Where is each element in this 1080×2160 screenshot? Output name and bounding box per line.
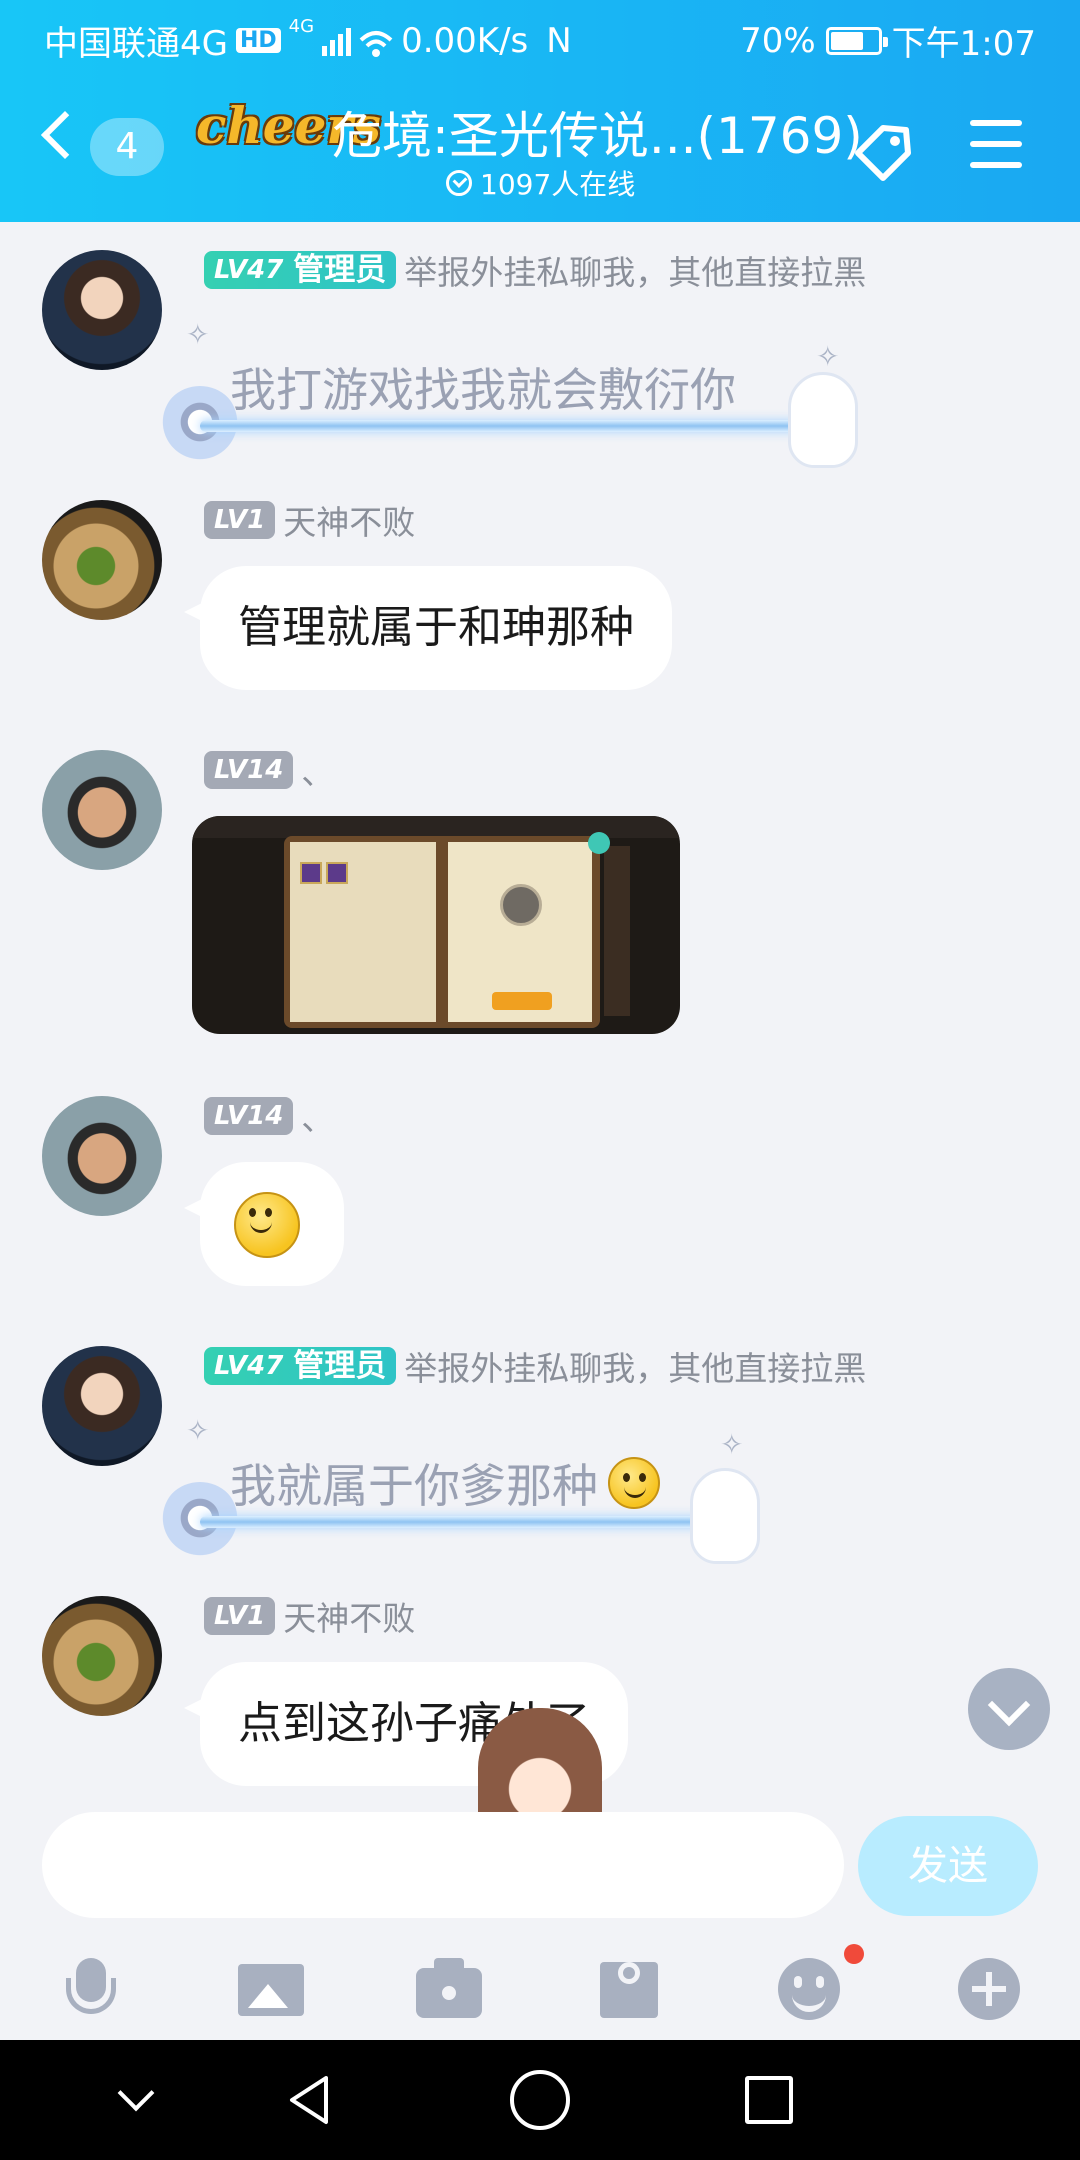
level-badge: LV1 [204, 501, 276, 539]
scroll-to-bottom-button[interactable] [968, 1668, 1050, 1750]
message-list[interactable]: LV47 管理员 举报外挂私聊我，其他直接拉黑 ✧ ✧ 我打游戏找我就会敷衍你 L… [0, 222, 1080, 1812]
hd-badge: HD [235, 28, 281, 53]
message-text: 我打游戏找我就会敷衍你 [230, 363, 736, 417]
styled-bubble[interactable]: 我打游戏找我就会敷衍你 [160, 354, 858, 468]
net-speed: 0.00K/s [401, 20, 529, 61]
send-button[interactable]: 发送 [858, 1816, 1038, 1916]
sender-meta: LV14 、 [204, 750, 334, 792]
message-input[interactable] [42, 1812, 844, 1918]
avatar[interactable] [42, 1096, 162, 1216]
sender-name[interactable]: 天神不败 [283, 496, 415, 544]
wifi-icon [359, 27, 393, 57]
system-nav-bar [0, 2040, 1080, 2160]
input-toolbar [0, 1940, 1080, 2040]
pin-tag-icon[interactable] [848, 118, 918, 188]
net-type-label: 4G [288, 16, 315, 37]
back-arrow-icon[interactable] [40, 110, 90, 160]
sender-meta: LV14 、 [204, 1096, 334, 1138]
message-bubble[interactable]: 管理就属于和珅那种 [184, 566, 672, 690]
smiley-emoji-icon [234, 1192, 300, 1258]
picture-icon[interactable] [236, 1954, 306, 2024]
group-title[interactable]: 危境:圣光传说...(1769) [332, 96, 863, 168]
sparkle-icon: ✧ [186, 318, 210, 351]
red-packet-icon[interactable] [594, 1954, 664, 2024]
message-text: 我就属于你爹那种 [230, 1450, 660, 1516]
admin-role: 管理员 [293, 1348, 387, 1384]
message-text: 管理就属于和珅那种 [238, 602, 634, 653]
image-message[interactable] [192, 816, 680, 1034]
chat-header: 中国联通4G HD 4G 0.00K/s N 70% 下午1:07 4 chee… [0, 0, 1080, 222]
signal-icon [322, 26, 352, 56]
microphone-icon[interactable] [56, 1954, 126, 2024]
battery-icon [825, 26, 888, 55]
input-row: 发送 [0, 1812, 1080, 1924]
carrier-label: 中国联通4G [44, 24, 228, 64]
avatar[interactable] [42, 750, 162, 870]
avatar[interactable] [42, 1346, 162, 1466]
admin-role: 管理员 [293, 252, 387, 288]
sender-name[interactable]: 、 [301, 1092, 334, 1140]
nav-back-icon[interactable] [280, 2070, 340, 2130]
check-circle-icon [446, 170, 472, 196]
online-count[interactable]: 1097人在线 [446, 163, 635, 203]
avatar[interactable] [42, 500, 162, 620]
notification-dot [844, 1944, 864, 1964]
character-peek-decoration [478, 1708, 602, 1812]
battery-fill [830, 31, 863, 50]
sender-name[interactable]: 、 [301, 746, 334, 794]
sender-meta: LV47 管理员 举报外挂私聊我，其他直接拉黑 [204, 1346, 866, 1388]
menu-icon[interactable] [970, 120, 1022, 168]
level-badge: LV47 管理员 [204, 1347, 397, 1385]
beam-decoration [200, 1516, 710, 1528]
smiley-emoji-icon [608, 1457, 660, 1509]
sender-name[interactable]: 举报外挂私聊我，其他直接拉黑 [404, 1342, 866, 1390]
level-badge: LV14 [204, 1097, 294, 1135]
dino-decoration-icon [788, 372, 858, 468]
sparkle-icon: ✧ [186, 1414, 210, 1447]
avatar[interactable] [42, 250, 162, 370]
sender-meta: LV47 管理员 举报外挂私聊我，其他直接拉黑 [204, 250, 866, 292]
styled-bubble[interactable]: 我就属于你爹那种 [160, 1450, 760, 1564]
dino-decoration-icon [690, 1468, 760, 1564]
camera-icon[interactable] [414, 1954, 484, 2024]
message-bubble[interactable] [184, 1162, 344, 1286]
online-count-label: 1097人在线 [480, 168, 636, 201]
clock: 下午1:07 [891, 24, 1036, 64]
battery-percent: 70% [740, 20, 816, 61]
beam-decoration [200, 420, 800, 432]
level-badge: LV47 管理员 [204, 251, 397, 289]
sender-meta: LV1 天神不败 [204, 1596, 415, 1638]
avatar[interactable] [42, 1596, 162, 1716]
hide-nav-icon[interactable] [105, 2070, 165, 2130]
emoji-icon[interactable] [774, 1944, 864, 2024]
nav-home-icon[interactable] [510, 2070, 570, 2130]
sender-name[interactable]: 天神不败 [283, 1592, 415, 1640]
unread-count-badge[interactable]: 4 [90, 118, 164, 176]
sender-meta: LV1 天神不败 [204, 500, 415, 542]
level-badge: LV1 [204, 1597, 276, 1635]
nfc-icon: N [546, 20, 572, 61]
level-badge: LV14 [204, 751, 294, 789]
plus-icon[interactable] [954, 1954, 1024, 2024]
nav-recents-icon[interactable] [745, 2076, 793, 2124]
status-bar: 中国联通4G HD 4G 0.00K/s N 70% 下午1:07 [0, 0, 1080, 72]
sender-name[interactable]: 举报外挂私聊我，其他直接拉黑 [404, 246, 866, 294]
